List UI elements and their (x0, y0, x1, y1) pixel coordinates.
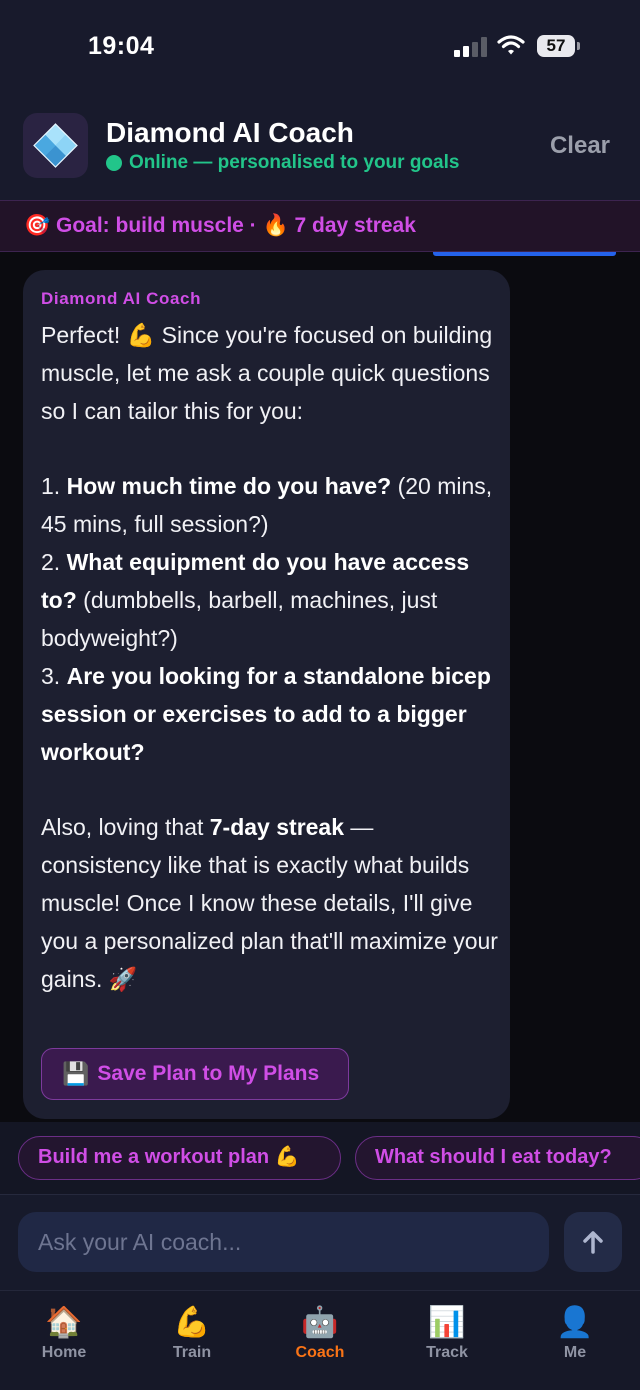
chat-header: Diamond AI Coach Online — personalised t… (0, 105, 640, 200)
goal-streak-banner: 🎯 Goal: build muscle · 🔥 7 day streak (0, 200, 640, 252)
quick-reply-workout-plan[interactable]: Build me a workout plan 💪 (18, 1136, 341, 1180)
save-plan-button[interactable]: 💾 Save Plan to My Plans (41, 1048, 349, 1100)
house-icon: 🏠 (45, 1305, 83, 1339)
bar-chart-icon: 📊 (428, 1305, 466, 1339)
flexed-biceps-icon: 💪 (173, 1305, 211, 1339)
user-icon: 👤 (556, 1305, 594, 1339)
chat-input[interactable] (18, 1212, 549, 1272)
tab-home[interactable]: 🏠 Home (14, 1301, 114, 1371)
arrow-up-icon (583, 1231, 603, 1254)
message-intro: Perfect! 💪 Since you're focused on build… (41, 322, 493, 424)
tab-me[interactable]: 👤 Me (525, 1301, 625, 1371)
question-1: 1. How much time do you have? (20 mins, … (41, 473, 493, 537)
app-logo (23, 113, 88, 178)
quick-replies: Build me a workout plan 💪 What should I … (0, 1122, 640, 1194)
quick-reply-what-to-eat[interactable]: What should I eat today? (355, 1136, 640, 1180)
chat-title: Diamond AI Coach (106, 117, 354, 148)
tab-track[interactable]: 📊 Track (397, 1301, 497, 1371)
battery-icon: 57 (537, 35, 575, 57)
online-status-text: Online — personalised to your goals (129, 152, 460, 173)
tab-label: Me (563, 1344, 587, 1361)
message-body: Perfect! 💪 Since you're focused on build… (41, 316, 499, 998)
status-time: 19:04 (88, 32, 155, 60)
status-bar: 19:04 57 (0, 0, 640, 95)
battery-nub (577, 42, 580, 50)
tab-label: Track (426, 1344, 468, 1361)
floppy-disk-icon: 💾 (62, 1061, 90, 1086)
clear-button[interactable]: Clear (540, 129, 620, 163)
bottom-tab-bar: 🏠 Home 💪 Train 🤖 Coach 📊 Track 👤 Me (0, 1290, 640, 1390)
goal-streak-text: 🎯 Goal: build muscle · 🔥 7 day streak (24, 214, 416, 237)
save-plan-label: Save Plan to My Plans (97, 1062, 320, 1085)
online-status: Online — personalised to your goals (106, 152, 459, 174)
tab-label: Coach (295, 1344, 345, 1361)
robot-icon: 🤖 (301, 1305, 339, 1339)
send-button[interactable] (564, 1212, 622, 1272)
tab-coach[interactable]: 🤖 Coach (270, 1301, 370, 1371)
message-sender: Diamond AI Coach (41, 289, 202, 308)
wifi-icon (497, 35, 525, 55)
coach-message-bubble: Diamond AI Coach Perfect! 💪 Since you're… (23, 270, 510, 1119)
chat-messages[interactable]: Diamond AI Coach Perfect! 💪 Since you're… (0, 252, 640, 1122)
message-outro: Also, loving that 7-day streak — consist… (41, 814, 498, 992)
diamond-icon (33, 123, 78, 168)
question-3: 3. Are you looking for a standalone bice… (41, 663, 491, 765)
tab-label: Home (41, 1344, 87, 1361)
tab-train[interactable]: 💪 Train (142, 1301, 242, 1371)
online-dot-icon (106, 155, 122, 171)
tab-label: Train (172, 1344, 212, 1361)
cellular-signal-icon (454, 37, 488, 57)
previous-message-edge (433, 252, 616, 256)
composer (0, 1194, 640, 1290)
question-2: 2. What equipment do you have access to?… (41, 549, 470, 651)
